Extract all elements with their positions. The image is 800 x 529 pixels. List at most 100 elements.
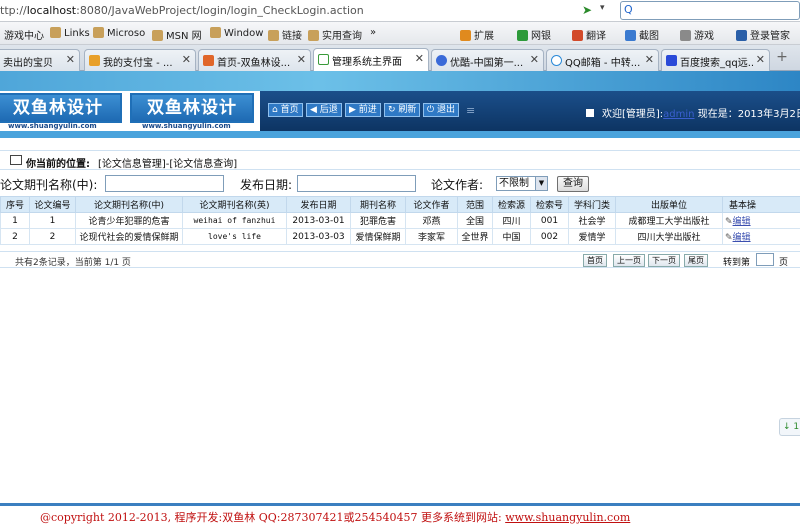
logo-text-left: 双鱼林设计: [0, 93, 122, 123]
fav-item-utility[interactable]: 实用查询: [308, 27, 362, 42]
go-icon[interactable]: ➤: [582, 3, 596, 17]
welcome-user[interactable]: admin: [663, 109, 694, 120]
col-header: 论文期刊名称(中): [75, 196, 183, 213]
first-page-button[interactable]: 首页: [583, 254, 607, 267]
table-cell: 邓燕: [405, 212, 458, 229]
table-cell: 论现代社会的爱情保鲜期: [75, 228, 183, 245]
nav-forward-button[interactable]: ▶ 前进: [345, 103, 381, 117]
fav-more-chevron[interactable]: »: [370, 27, 376, 38]
floating-widget[interactable]: ↓ 1: [779, 418, 800, 436]
journal-name-input[interactable]: [105, 175, 224, 192]
goto-page-input[interactable]: [756, 253, 774, 266]
toolbar-screenshot[interactable]: 截图: [625, 27, 659, 42]
close-icon[interactable]: ✕: [182, 53, 191, 66]
author-select[interactable]: 不限制 ▼: [496, 176, 548, 191]
col-header: 检索号: [530, 196, 569, 213]
current-time: 现在是：2013年3月2日 23: [697, 109, 800, 120]
results-table: 序号 论文编号 论文期刊名称(中) 论文期刊名称(英) 发布日期 期刊名称 论文…: [0, 196, 800, 245]
close-icon[interactable]: ✕: [645, 53, 654, 66]
fav-item-links[interactable]: Links: [50, 27, 90, 39]
logo-text-right: 双鱼林设计: [130, 93, 254, 123]
toolbar-extensions[interactable]: 扩展: [460, 27, 494, 42]
tab-label: 卖出的宝贝: [3, 58, 53, 69]
menu-icon[interactable]: ≡: [466, 104, 475, 117]
dropdown-arrow-icon[interactable]: ▾: [600, 3, 605, 13]
search-form: 论文期刊名称(中): 发布日期: 论文作者: 不限制 ▼ 查询: [0, 175, 800, 195]
tab-admin-main[interactable]: 管理系统主界面 ✕: [313, 48, 429, 71]
address-url[interactable]: ttp://localhost:8080/JavaWebProject/logi…: [0, 4, 364, 17]
new-tab-button[interactable]: +: [772, 49, 792, 67]
table-cell: 四川大学出版社: [615, 228, 723, 245]
fav-item-game-center[interactable]: 游戏中心: [4, 27, 44, 42]
publish-date-label: 发布日期:: [240, 178, 293, 192]
table-cell: 全世界: [457, 228, 493, 245]
nav-label: 退出: [436, 105, 455, 115]
toolbar-ebank[interactable]: 网银: [517, 27, 551, 42]
nav-logout-button[interactable]: ⏻ 退出: [423, 103, 459, 117]
tab-shuangyulin-home[interactable]: 首页-双鱼林设... ✕: [198, 49, 311, 71]
folder-icon: [268, 30, 279, 41]
col-header: 范围: [457, 196, 493, 213]
table-cell: 2013-03-03: [286, 228, 351, 245]
toolbar-label: 网银: [531, 31, 551, 42]
nav-bar: ⌂ 首页 ◀ 后退 ▶ 前进 ↻ 刷新 ⏻ 退出 ≡ 欢迎[管理员]:admin…: [260, 91, 800, 131]
table-cell: 001: [530, 212, 569, 229]
prev-page-button[interactable]: 上一页: [613, 254, 645, 267]
query-button[interactable]: 查询: [557, 176, 589, 192]
toolbar-games[interactable]: 游戏: [680, 27, 714, 42]
table-cell: 李家军: [405, 228, 458, 245]
table-cell: 全国: [457, 212, 493, 229]
nav-label: 首页: [280, 105, 299, 115]
tab-qq-mail[interactable]: QQ邮箱 - 中转... ✕: [546, 49, 659, 71]
edit-link[interactable]: 编辑: [733, 217, 751, 227]
publish-date-input[interactable]: [297, 175, 416, 192]
chevron-down-icon: ▼: [535, 177, 547, 190]
nav-label: 前进: [358, 105, 377, 115]
last-page-button[interactable]: 尾页: [684, 254, 708, 267]
toolbar-login-manager[interactable]: 登录管家: [736, 27, 790, 42]
close-icon[interactable]: ✕: [756, 53, 765, 66]
search-box[interactable]: Q: [620, 1, 800, 20]
table-cell: 成都理工大学出版社: [615, 212, 723, 229]
tab-alipay[interactable]: 我的支付宝 - ... ✕: [84, 49, 196, 71]
edit-link[interactable]: 编辑: [733, 233, 751, 243]
tab-label: QQ邮箱 - 中转...: [565, 58, 641, 69]
table-cell: 爱情学: [568, 228, 616, 245]
fav-item-msn[interactable]: MSN 网: [152, 27, 202, 42]
logo-url-left: www.shuangyulin.com: [8, 122, 97, 130]
nav-home-button[interactable]: ⌂ 首页: [268, 103, 303, 117]
tab-sold-items[interactable]: 卖出的宝贝 ✕: [0, 49, 80, 71]
tab-youku[interactable]: 优酷-中国第一... ✕: [431, 49, 544, 71]
table-cell: love's life: [182, 228, 287, 245]
fav-item-microsoft[interactable]: Microso: [93, 27, 145, 39]
table-header-row: 序号 论文编号 论文期刊名称(中) 论文期刊名称(英) 发布日期 期刊名称 论文…: [0, 196, 800, 213]
copyright-text: @copyright 2012-2013, 程序开发:双鱼林 QQ:287307…: [40, 511, 506, 524]
site-header: 双鱼林设计 双鱼林设计 www.shuangyulin.com www.shua…: [0, 71, 800, 134]
next-page-button[interactable]: 下一页: [648, 254, 680, 267]
breadcrumb-path: [论文信息管理]-[论文信息查询]: [98, 159, 238, 170]
table-cell: 中国: [492, 228, 531, 245]
fav-item-links-cn[interactable]: 链接: [268, 27, 302, 42]
page-suffix: 页: [779, 258, 789, 268]
address-scheme: ttp://: [0, 4, 27, 17]
toolbar-label: 游戏: [694, 31, 714, 42]
breadcrumb: 你当前的位置: [论文信息管理]-[论文信息查询]: [0, 150, 800, 170]
pagination-bar: 共有2条记录，当前第 1/1 页 首页 上一页 下一页 尾页 转到第 页: [0, 251, 800, 268]
address-bar[interactable]: ttp://localhost:8080/JavaWebProject/logi…: [0, 0, 800, 22]
play-icon: [436, 55, 447, 66]
close-icon[interactable]: ✕: [415, 52, 424, 65]
footer-link[interactable]: www.shuangyulin.com: [505, 511, 630, 524]
table-cell: 2: [0, 228, 30, 245]
pencil-icon: ✎: [725, 217, 733, 227]
nav-back-button[interactable]: ◀ 后退: [306, 103, 342, 117]
close-icon[interactable]: ✕: [297, 53, 306, 66]
welcome-prefix: 欢迎[管理员]:: [602, 109, 664, 120]
tab-label: 百度搜索_qq远...: [680, 58, 753, 69]
close-icon[interactable]: ✕: [530, 53, 539, 66]
close-icon[interactable]: ✕: [66, 53, 75, 66]
tab-baidu-search[interactable]: 百度搜索_qq远... ✕: [661, 49, 770, 71]
qq-icon: [551, 55, 562, 66]
fav-item-windows[interactable]: Window: [210, 27, 263, 39]
nav-refresh-button[interactable]: ↻ 刷新: [384, 103, 421, 117]
toolbar-translate[interactable]: 翻译: [572, 27, 606, 42]
